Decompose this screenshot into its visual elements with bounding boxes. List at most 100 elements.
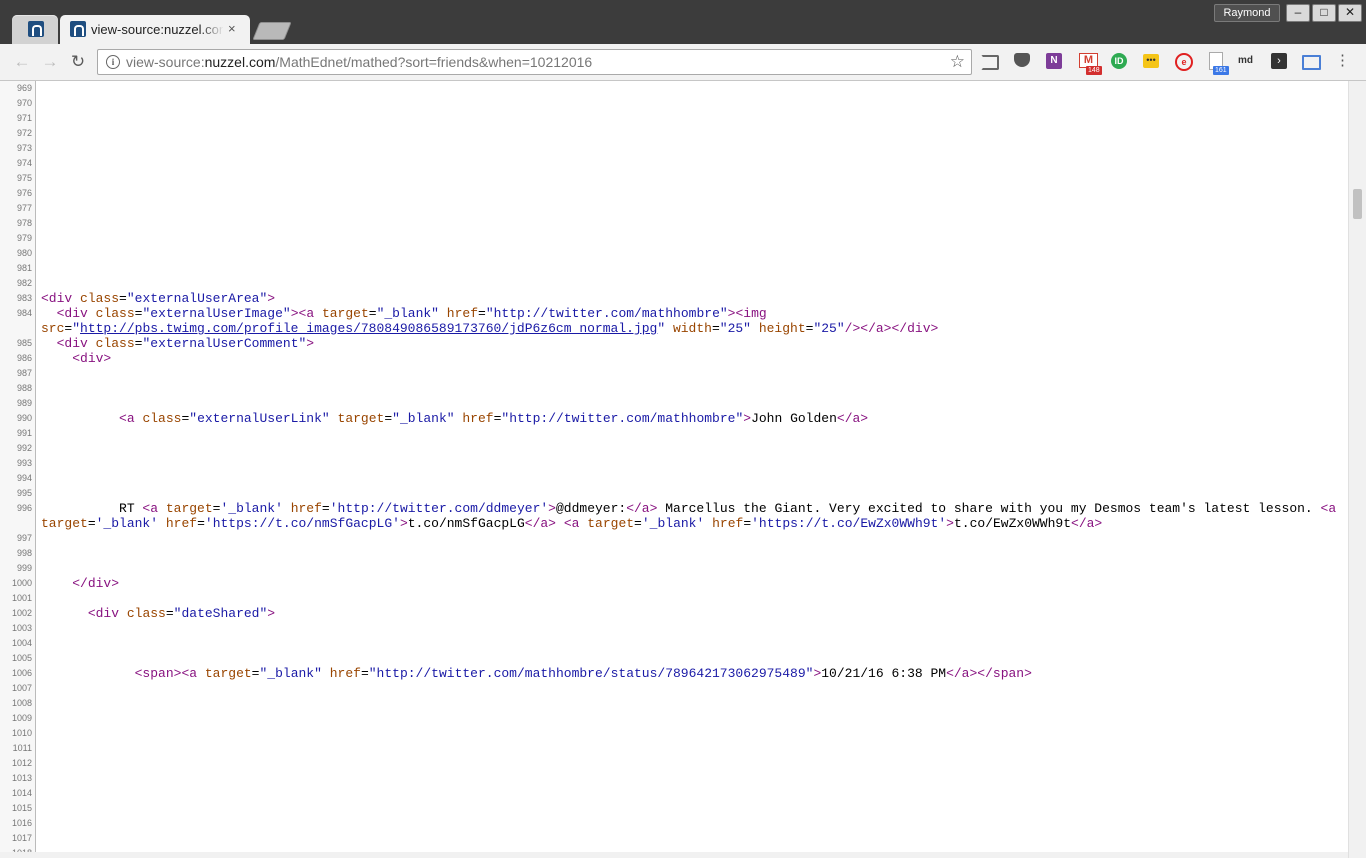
line-number: 999 [16, 563, 32, 573]
line-number: 1014 [11, 788, 32, 798]
tab-close-icon[interactable]: × [228, 21, 236, 37]
line-number: 974 [16, 158, 32, 168]
line-code: <div class="externalUserImage"><a target… [41, 306, 939, 336]
source-line: 986 <div> [0, 351, 1348, 366]
url-scheme: view-source: [126, 54, 205, 70]
profile-button[interactable]: Raymond [1214, 4, 1280, 22]
horizontal-scrollbar[interactable] [0, 852, 1348, 858]
line-number: 1012 [11, 758, 32, 768]
back-button[interactable]: ← [12, 52, 32, 72]
new-tab-button[interactable] [252, 22, 292, 40]
source-line: 972 ​ [0, 126, 1348, 141]
line-number: 985 [16, 338, 32, 348]
source-line: 993 ​ [0, 456, 1348, 471]
docs-badge: 161 [1213, 66, 1229, 75]
gmail-badge: 148 [1086, 66, 1102, 75]
line-number: 1010 [11, 728, 32, 738]
line-code: ​ [41, 261, 1343, 276]
source-line: 984 <div class="externalUserImage"><a ta… [0, 306, 1348, 336]
line-code: ​ [41, 246, 1343, 261]
source-line: 1001 ​ [0, 591, 1348, 606]
line-number: 988 [16, 383, 32, 393]
onenote-icon[interactable]: N [1046, 53, 1062, 69]
line-code: <span><a target="_blank" href="http://tw… [134, 666, 1032, 681]
yellow-extension-icon[interactable]: ••• [1143, 54, 1159, 68]
source-line: 973 ​ [0, 141, 1348, 156]
maximize-button[interactable]: □ [1312, 4, 1336, 22]
nuzzel-icon [28, 21, 44, 37]
info-icon[interactable]: i [106, 55, 120, 69]
source-line: 997 ​ [0, 531, 1348, 546]
line-number: 976 [16, 188, 32, 198]
line-code: RT <a target='_blank' href='http://twitt… [41, 501, 1337, 531]
source-line: 1016 ​ [0, 816, 1348, 831]
source-line: 980 ​ [0, 246, 1348, 261]
source-line: 1007 ​ [0, 681, 1348, 696]
line-number: 983 [16, 293, 32, 303]
line-code: ​ [41, 741, 1343, 756]
bookmark-star-icon[interactable]: ☆ [950, 52, 965, 72]
line-code: ​ [41, 816, 1343, 831]
line-number: 991 [16, 428, 32, 438]
source-line: 1014 ​ [0, 786, 1348, 801]
cast-icon[interactable] [981, 55, 999, 70]
line-code: ​ [41, 441, 1343, 456]
line-number: 1000 [11, 578, 32, 588]
line-number: 973 [16, 143, 32, 153]
screen-capture-icon[interactable] [1302, 55, 1321, 70]
line-number: 984 [16, 308, 32, 318]
minimize-button[interactable]: – [1286, 4, 1310, 22]
url-path: /MathEdnet/mathed?sort=friends&when=1021… [275, 54, 593, 70]
line-code: <div class="externalUserArea"> [41, 291, 276, 306]
line-code: ​ [41, 681, 1343, 696]
source-line: 987 ​ [0, 366, 1348, 381]
line-code: ​ [41, 471, 1343, 486]
source-line: 978 ​ [0, 216, 1348, 231]
pocket-icon[interactable] [1014, 53, 1030, 67]
source-line: 1012 ​ [0, 756, 1348, 771]
line-code: ​ [41, 696, 1343, 711]
source-line: 996 RT <a target='_blank' href='http://t… [0, 501, 1348, 531]
source-line: 1015 ​ [0, 801, 1348, 816]
scrollbar-thumb[interactable] [1353, 189, 1362, 219]
line-code: ​ [41, 456, 1343, 471]
vertical-scrollbar[interactable] [1348, 81, 1366, 858]
line-number: 1016 [11, 818, 32, 828]
menu-icon[interactable]: ⋮ [1335, 53, 1350, 69]
source-lines: 969 ​ 970 ​ 971 ​ 972 ​ 973 ​ 974 ​ 975 ​ 976 ​ 977 ​ 978 ​… [0, 81, 1348, 858]
source-line: 1009 ​ [0, 711, 1348, 726]
line-number: 1001 [11, 593, 32, 603]
markdown-icon[interactable]: md [1238, 55, 1253, 66]
source-line: 983 <div class="externalUserArea"> [0, 291, 1348, 306]
green-extension-icon[interactable]: ID [1111, 53, 1127, 69]
source-line: 971 ​ [0, 111, 1348, 126]
line-code: ​ [41, 831, 1343, 846]
line-code: ​ [41, 786, 1343, 801]
source-line: 1005 ​ [0, 651, 1348, 666]
tab-view-source[interactable]: view-source:nuzzel.com × [60, 15, 250, 44]
forward-button[interactable]: → [40, 52, 60, 72]
line-number: 981 [16, 263, 32, 273]
terminal-icon[interactable]: › [1271, 53, 1287, 69]
line-code: ​ [41, 591, 1343, 606]
red-extension-icon[interactable]: e [1175, 53, 1193, 71]
line-code: ​ [41, 801, 1343, 816]
line-number: 997 [16, 533, 32, 543]
source-line: 1003 ​ [0, 621, 1348, 636]
line-number: 993 [16, 458, 32, 468]
line-code: ​ [41, 201, 1343, 216]
url-text[interactable]: view-source:nuzzel.com/MathEdnet/mathed?… [126, 54, 592, 70]
close-window-button[interactable]: ✕ [1338, 4, 1362, 22]
browser-toolbar: ← → ↻ i view-source:nuzzel.com/MathEdnet… [0, 44, 1366, 81]
line-number: 998 [16, 548, 32, 558]
reload-button[interactable]: ↻ [68, 52, 88, 72]
line-number: 987 [16, 368, 32, 378]
address-bar[interactable]: i view-source:nuzzel.com/MathEdnet/mathe… [97, 49, 972, 75]
source-line: 995 ​ [0, 486, 1348, 501]
line-number: 1004 [11, 638, 32, 648]
line-code: ​ [41, 711, 1343, 726]
line-code: ​ [41, 366, 1343, 381]
source-line: 1000 </div> [0, 576, 1348, 591]
line-code: <div class="dateShared"> [87, 606, 276, 621]
pinned-tab[interactable] [12, 15, 58, 44]
